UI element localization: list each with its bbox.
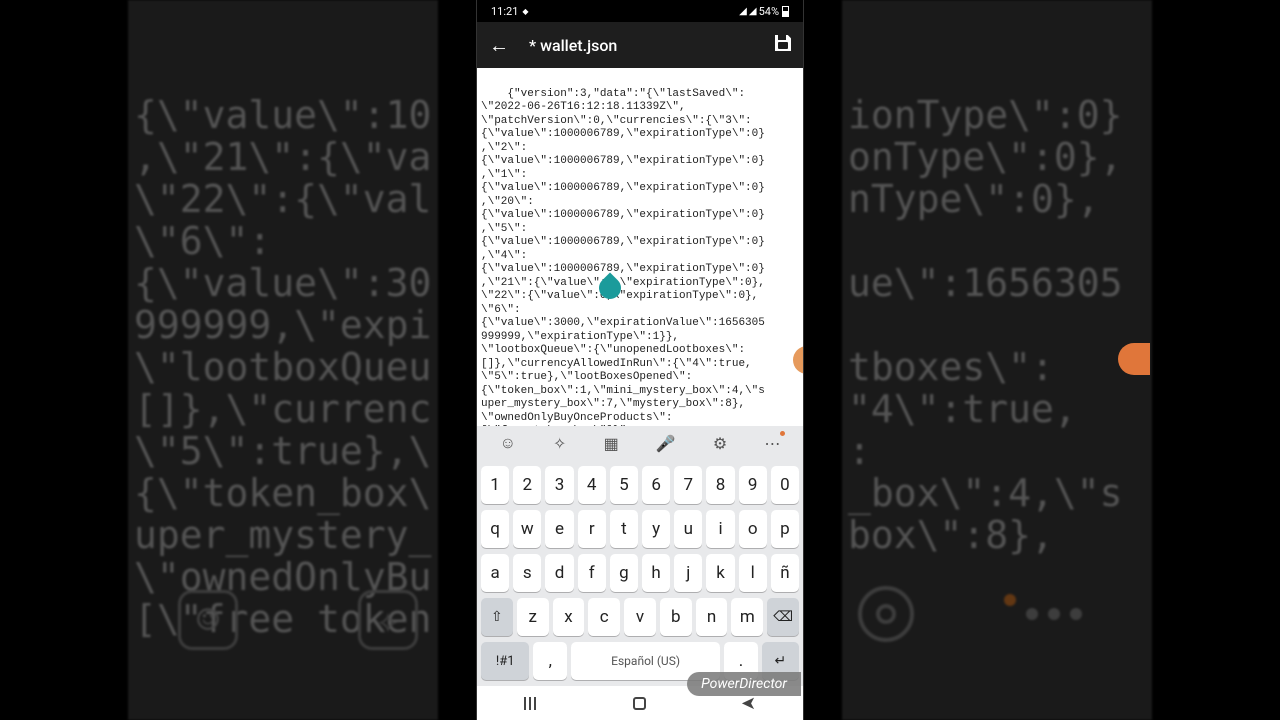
key-m[interactable]: m: [731, 598, 763, 636]
bg-toolbar-left: ☺ ✧: [178, 590, 418, 650]
text-editor[interactable]: {"version":3,"data":"{\"lastSaved\": \"2…: [477, 68, 803, 426]
key-n[interactable]: n: [696, 598, 728, 636]
key-s[interactable]: s: [513, 554, 541, 592]
key-e[interactable]: e: [545, 510, 573, 548]
more-icon[interactable]: ⋯: [764, 434, 780, 453]
key-z[interactable]: z: [517, 598, 549, 636]
key-backspace[interactable]: ⌫: [767, 598, 799, 636]
key-8[interactable]: 8: [706, 466, 734, 504]
nav-home[interactable]: [633, 697, 646, 710]
key-q[interactable]: q: [481, 510, 509, 548]
key-w[interactable]: w: [513, 510, 541, 548]
key-o[interactable]: o: [739, 510, 767, 548]
key-5[interactable]: 5: [610, 466, 638, 504]
side-tab-indicator[interactable]: [793, 346, 803, 374]
video-watermark: PowerDirector: [687, 672, 801, 696]
back-button[interactable]: ←: [489, 33, 509, 58]
sticker-icon: ✧: [358, 590, 418, 650]
key-r[interactable]: r: [578, 510, 606, 548]
gear-icon: [858, 586, 914, 642]
settings-icon[interactable]: ⚙: [713, 434, 727, 453]
key-p[interactable]: p: [771, 510, 799, 548]
key-u[interactable]: u: [674, 510, 702, 548]
clock: 11:21: [491, 5, 518, 18]
sticker-icon[interactable]: ✧: [553, 434, 566, 453]
key-g[interactable]: g: [610, 554, 638, 592]
key-row-top: q w e r t y u i o p: [481, 510, 799, 548]
background-blur-right: ionType\":0} onType\":0}, nType\":0}, ue…: [842, 0, 1152, 720]
key-comma[interactable]: ,: [533, 642, 567, 680]
emoji-icon[interactable]: ☺: [500, 433, 516, 453]
key-3[interactable]: 3: [545, 466, 573, 504]
notification-icon: ◆: [522, 7, 528, 16]
key-h[interactable]: h: [642, 554, 670, 592]
key-7[interactable]: 7: [674, 466, 702, 504]
save-icon: [775, 35, 791, 51]
key-d[interactable]: d: [545, 554, 573, 592]
key-row-numbers: 1 2 3 4 5 6 7 8 9 0: [481, 466, 799, 504]
key-c[interactable]: c: [588, 598, 620, 636]
key-row-mid: a s d f g h j k l ñ: [481, 554, 799, 592]
bg-toolbar-right: [858, 586, 1082, 642]
key-2[interactable]: 2: [513, 466, 541, 504]
phone-screen: 11:21 ◆ ◢ ◢ 54% ← * wallet.json {"versio…: [477, 0, 803, 720]
key-x[interactable]: x: [553, 598, 585, 636]
save-button[interactable]: [775, 35, 791, 55]
clipboard-icon[interactable]: ▦: [604, 434, 619, 453]
key-t[interactable]: t: [610, 510, 638, 548]
bg-right-text: ionType\":0} onType\":0}, nType\":0}, ue…: [842, 94, 1152, 556]
editor-content[interactable]: {"version":3,"data":"{\"lastSaved\": \"2…: [481, 88, 765, 427]
key-enye[interactable]: ñ: [771, 554, 799, 592]
key-shift[interactable]: ⇧: [481, 598, 513, 636]
file-title: * wallet.json: [529, 36, 755, 55]
wifi-icon: ◢: [739, 6, 746, 17]
battery-icon: [782, 6, 789, 17]
key-b[interactable]: b: [660, 598, 692, 636]
nav-recents[interactable]: [524, 697, 538, 709]
key-i[interactable]: i: [706, 510, 734, 548]
status-bar: 11:21 ◆ ◢ ◢ 54%: [477, 0, 803, 22]
bg-left-text: {\"value\":10 ,\"21\":{\"va \"22\":{\"va…: [128, 94, 438, 640]
android-nav-bar: ➤ PowerDirector: [477, 686, 803, 720]
key-v[interactable]: v: [624, 598, 656, 636]
key-9[interactable]: 9: [739, 466, 767, 504]
on-screen-keyboard[interactable]: ☺ ✧ ▦ 🎤 ⚙ ⋯ 1 2 3 4 5 6 7 8 9 0 q w e r …: [477, 426, 803, 686]
key-4[interactable]: 4: [578, 466, 606, 504]
mic-icon[interactable]: 🎤: [656, 434, 676, 453]
keyboard-toolbar: ☺ ✧ ▦ 🎤 ⚙ ⋯: [481, 430, 799, 460]
background-blur-left: {\"value\":10 ,\"21\":{\"va \"22\":{\"va…: [128, 0, 438, 720]
key-symbols[interactable]: !#1: [481, 642, 529, 680]
key-l[interactable]: l: [739, 554, 767, 592]
app-bar: ← * wallet.json: [477, 22, 803, 68]
signal-icon: ◢: [749, 6, 756, 17]
key-y[interactable]: y: [642, 510, 670, 548]
status-left: 11:21 ◆: [491, 5, 529, 18]
key-f[interactable]: f: [578, 554, 606, 592]
screen-record-indicator: [1118, 343, 1150, 375]
battery-text: 54%: [759, 5, 779, 18]
status-right: ◢ ◢ 54%: [739, 5, 789, 18]
key-a[interactable]: a: [481, 554, 509, 592]
key-row-bottom: ⇧ z x c v b n m ⌫: [481, 598, 799, 636]
key-6[interactable]: 6: [642, 466, 670, 504]
key-k[interactable]: k: [706, 554, 734, 592]
key-j[interactable]: j: [674, 554, 702, 592]
key-0[interactable]: 0: [771, 466, 799, 504]
more-icon: [1004, 586, 1082, 642]
key-1[interactable]: 1: [481, 466, 509, 504]
emoji-icon: ☺: [178, 590, 238, 650]
